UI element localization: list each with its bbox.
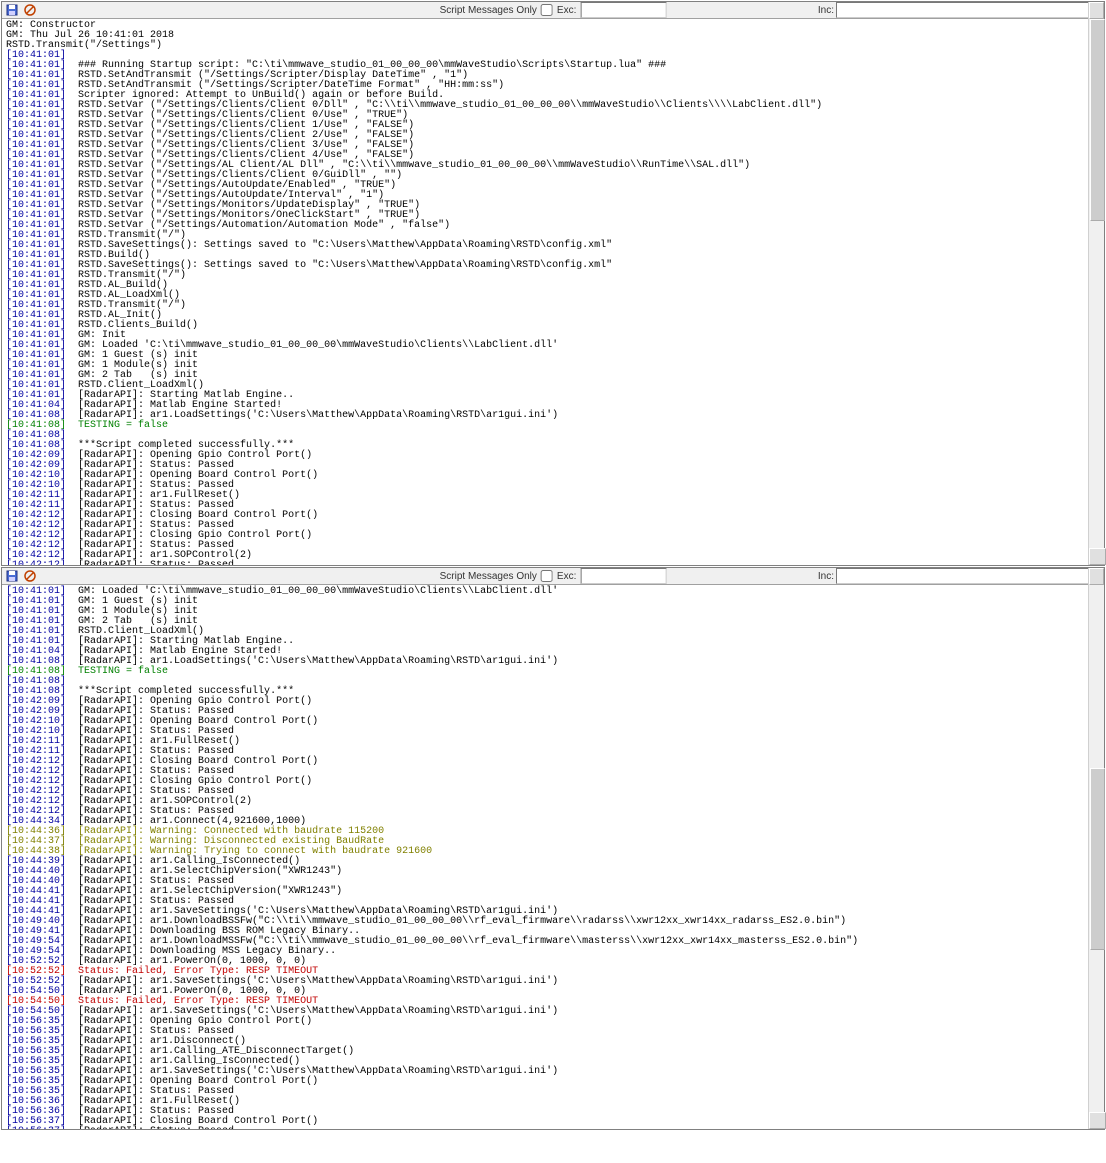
log-line: [10:56:37] [RadarAPI]: Status: Passed [6, 1127, 1100, 1129]
log-line: [10:42:12] [RadarAPI]: Status: Passed [6, 561, 1100, 565]
save-icon[interactable] [4, 2, 20, 18]
log-pane-top: Script Messages Only Exc: Inc: GM: Const… [1, 1, 1105, 566]
scroll-down-button[interactable] [1089, 548, 1106, 565]
scroll-up-button[interactable] [1089, 568, 1104, 585]
exc-input[interactable] [580, 2, 666, 18]
inc-label: Inc: [818, 571, 834, 582]
log-pane-bottom: Script Messages Only Exc: Inc: [10:41:01… [1, 567, 1105, 1130]
scroll-down-button[interactable] [1089, 1112, 1106, 1129]
exc-label: Exc: [557, 5, 576, 16]
log-line: [10:41:01] RSTD.SaveSettings(): Settings… [6, 241, 1100, 251]
log-output-bottom[interactable]: [10:41:01] GM: Loaded 'C:\ti\mmwave_stud… [2, 585, 1104, 1129]
toolbar-bottom: Script Messages Only Exc: Inc: [2, 568, 1104, 585]
log-line: RSTD.Transmit("/Settings") [6, 41, 1100, 51]
toolbar-top: Script Messages Only Exc: Inc: [2, 2, 1104, 19]
inc-input[interactable] [836, 568, 1102, 584]
log-line: [10:41:08] TESTING = false [6, 667, 1100, 677]
scroll-thumb[interactable] [1090, 19, 1105, 221]
script-messages-only-checkbox[interactable] [541, 4, 553, 16]
scrollbar-top[interactable] [1088, 2, 1104, 565]
clear-icon[interactable] [22, 2, 38, 18]
save-icon[interactable] [4, 568, 20, 584]
scrollbar-bottom[interactable] [1088, 568, 1104, 1129]
inc-label: Inc: [818, 5, 834, 16]
log-line: [10:41:01] RSTD.Clients_Build() [6, 321, 1100, 331]
log-line: [10:41:08] [RadarAPI]: ar1.LoadSettings(… [6, 657, 1100, 667]
log-output-top[interactable]: GM: ConstructorGM: Thu Jul 26 10:41:01 2… [2, 19, 1104, 565]
log-line: [10:41:01] RSTD.Transmit("/") [6, 301, 1100, 311]
scroll-thumb[interactable] [1090, 768, 1105, 950]
script-messages-only-checkbox[interactable] [541, 570, 553, 582]
log-line: [10:41:08] [RadarAPI]: ar1.LoadSettings(… [6, 411, 1100, 421]
scroll-up-button[interactable] [1089, 2, 1104, 19]
filter-label: Script Messages Only [440, 5, 537, 16]
exc-label: Exc: [557, 571, 576, 582]
log-line: GM: Thu Jul 26 10:41:01 2018 [6, 31, 1100, 41]
exc-input[interactable] [580, 568, 666, 584]
inc-input[interactable] [836, 2, 1102, 18]
log-line: [10:41:08] TESTING = false [6, 421, 1100, 431]
filter-label: Script Messages Only [440, 571, 537, 582]
log-line: [10:41:01] RSTD.Transmit("/") [6, 271, 1100, 281]
clear-icon[interactable] [22, 568, 38, 584]
